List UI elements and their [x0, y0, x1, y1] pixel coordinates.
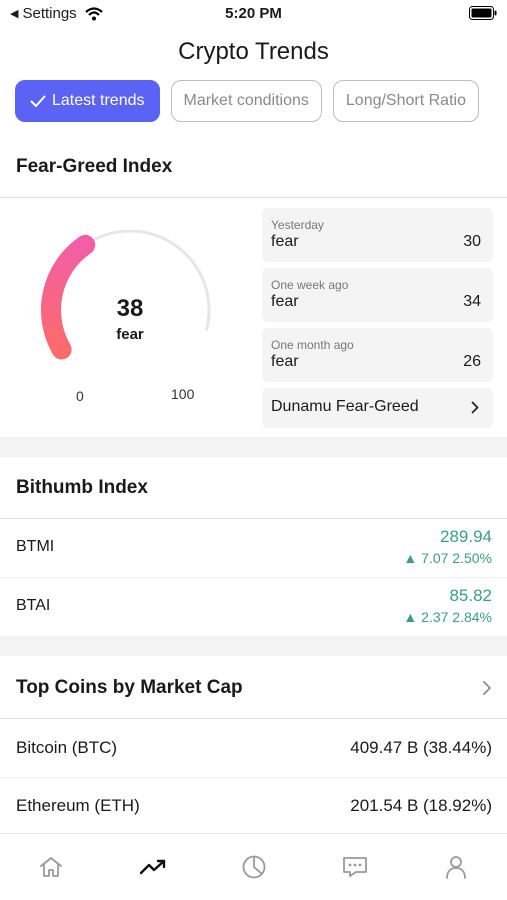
- index-name: BTAI: [16, 597, 51, 614]
- pie-chart-icon: [242, 855, 266, 879]
- fear-greed-title: Fear-Greed Index: [16, 156, 173, 177]
- community-tab[interactable]: [340, 852, 370, 882]
- coin-market-cap: 409.47 B (38.44%): [350, 738, 492, 757]
- home-tab[interactable]: [36, 852, 66, 882]
- tab-market-conditions[interactable]: Market conditions: [170, 80, 322, 122]
- home-icon: [40, 857, 62, 877]
- history-value: 26: [463, 353, 481, 370]
- divider: [0, 777, 507, 778]
- battery-icon: [469, 6, 497, 25]
- link-label: Dunamu Fear-Greed: [271, 398, 419, 415]
- top-coins-header[interactable]: Top Coins by Market Cap: [16, 677, 492, 699]
- portfolio-tab[interactable]: [239, 852, 269, 882]
- index-change: ▲ 2.37 2.84%: [403, 609, 492, 625]
- divider: [0, 518, 507, 519]
- history-level: fear: [271, 233, 299, 250]
- user-icon: [446, 856, 466, 879]
- dunamu-fear-greed-link[interactable]: Dunamu Fear-Greed: [262, 388, 493, 428]
- bottom-tab-bar: [0, 833, 507, 900]
- chevron-right-icon: [471, 401, 479, 414]
- status-bar: ◀ Settings 5:20 PM: [0, 0, 507, 30]
- history-value: 30: [463, 233, 481, 250]
- tab-latest-trends[interactable]: Latest trends: [15, 80, 160, 122]
- divider: [0, 718, 507, 719]
- status-time: 5:20 PM: [225, 5, 282, 22]
- history-when: One month ago: [271, 338, 354, 352]
- bithumb-title: Bithumb Index: [16, 477, 148, 498]
- top-coins-title: Top Coins by Market Cap: [16, 677, 243, 698]
- gauge-min: 0: [76, 388, 84, 404]
- index-change: ▲ 7.07 2.50%: [403, 550, 492, 566]
- tab-label: Long/Short Ratio: [345, 92, 466, 109]
- tab-long-short-ratio[interactable]: Long/Short Ratio: [332, 80, 479, 122]
- segment-tabs: Latest trends Market conditions Long/Sho…: [15, 80, 507, 124]
- checkmark-icon: [30, 95, 46, 107]
- coin-market-cap: 201.54 B (18.92%): [350, 796, 492, 815]
- gauge-max: 100: [171, 386, 195, 402]
- history-when: Yesterday: [271, 218, 324, 232]
- index-value: 289.94: [440, 527, 492, 546]
- page-title: Crypto Trends: [178, 38, 329, 65]
- index-name: BTMI: [16, 538, 55, 555]
- trends-tab[interactable]: [138, 852, 168, 882]
- gauge-label: fear: [116, 326, 144, 343]
- divider: [0, 577, 507, 578]
- history-when: One week ago: [271, 278, 349, 292]
- history-card-yesterday: Yesterday fear 30: [262, 208, 493, 262]
- coin-name: Ethereum (ETH): [16, 796, 140, 815]
- trending-icon: [139, 859, 166, 875]
- history-level: fear: [271, 293, 299, 310]
- section-gap: [0, 636, 507, 656]
- history-value: 34: [463, 293, 481, 310]
- coin-name: Bitcoin (BTC): [16, 738, 118, 757]
- gauge-value: 38: [116, 295, 144, 322]
- chevron-right-icon[interactable]: [482, 680, 492, 696]
- tab-label: Market conditions: [183, 92, 309, 109]
- section-gap: [0, 437, 507, 457]
- index-value: 85.82: [449, 586, 492, 605]
- tab-label: Latest trends: [52, 92, 145, 109]
- history-level: fear: [271, 353, 299, 370]
- history-card-week: One week ago fear 34: [262, 268, 493, 322]
- history-card-month: One month ago fear 26: [262, 328, 493, 382]
- divider: [0, 197, 507, 198]
- chat-icon: [343, 857, 367, 877]
- profile-tab[interactable]: [441, 852, 471, 882]
